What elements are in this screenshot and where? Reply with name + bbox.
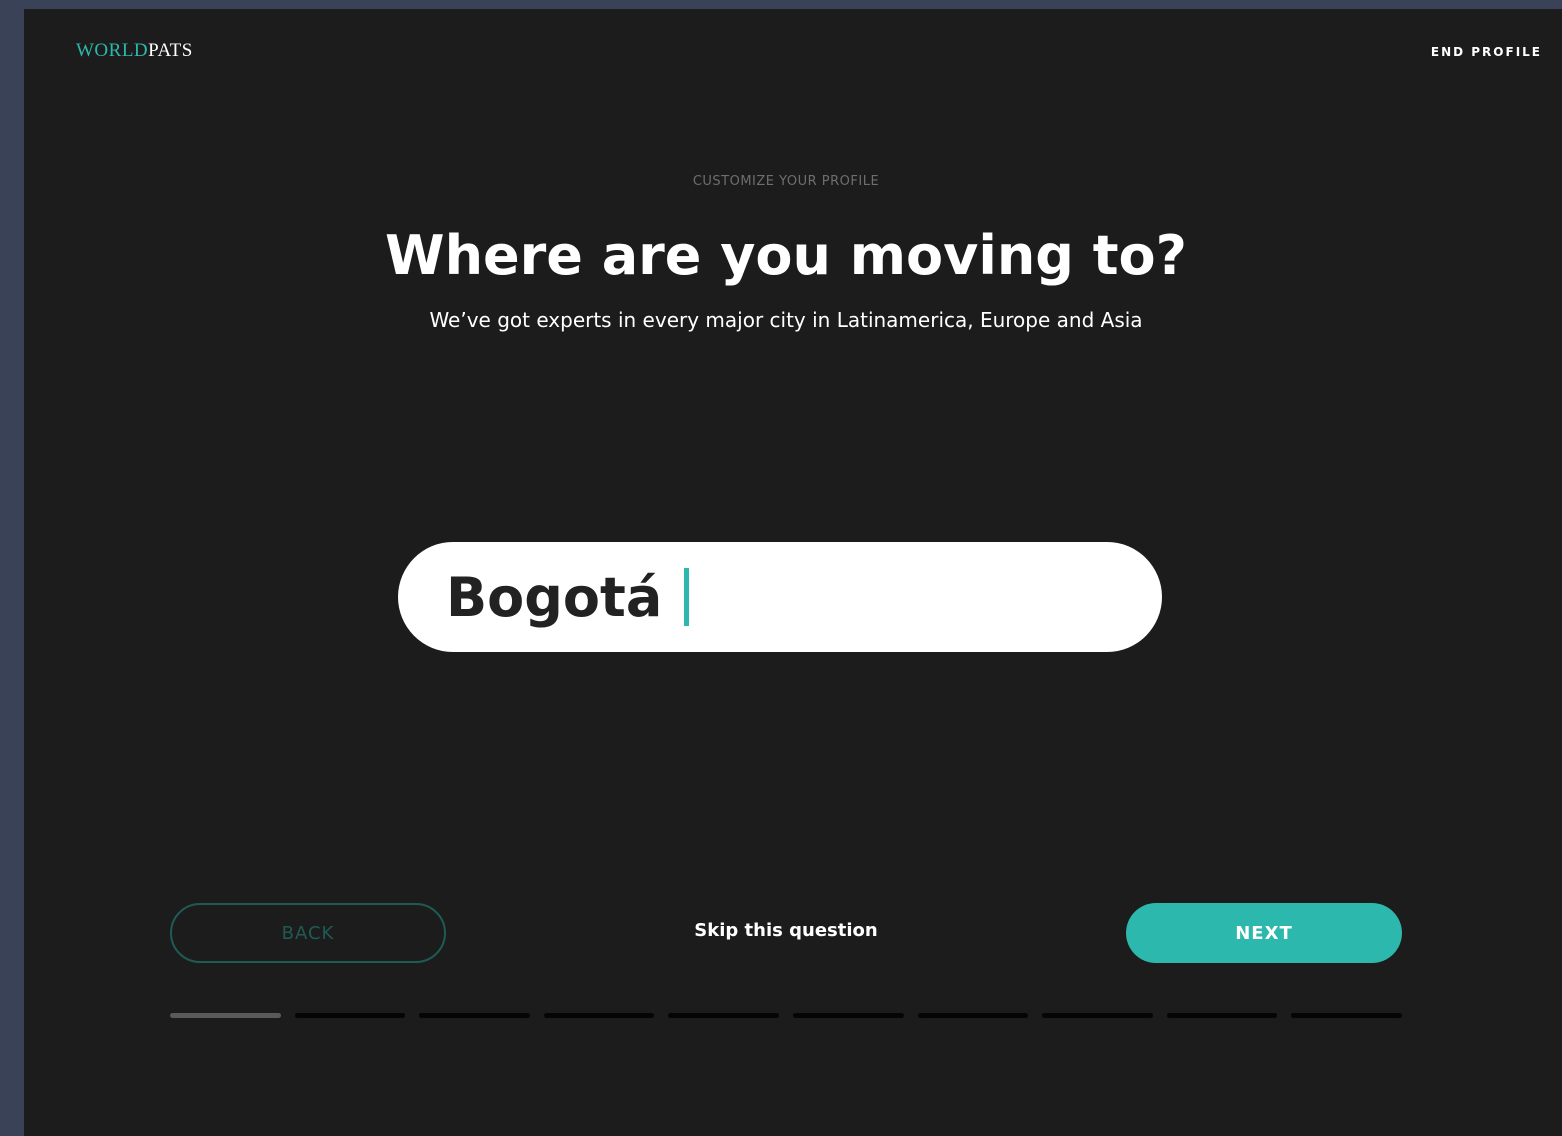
progress-segment [1042, 1013, 1153, 1018]
logo-part-world: WORLD [76, 40, 149, 61]
progress-segment [1166, 1013, 1278, 1018]
progress-segment [170, 1013, 281, 1018]
brand-logo[interactable]: WORLDPATS [76, 40, 193, 62]
progress-segment [917, 1013, 1029, 1018]
progress-segment [294, 1013, 406, 1018]
end-profile-link[interactable]: END PROFILE [1431, 45, 1542, 59]
progress-segment [419, 1013, 530, 1018]
page-title: Where are you moving to? [385, 224, 1187, 287]
destination-input[interactable]: Bogotá [398, 542, 1162, 652]
logo-part-pats: PATS [148, 40, 193, 61]
destination-input-value: Bogotá [446, 565, 663, 629]
step-eyebrow: CUSTOMIZE YOUR PROFILE [692, 174, 880, 189]
next-button[interactable]: NEXT [1126, 903, 1402, 963]
progress-segment [543, 1013, 655, 1018]
page-subtitle: We’ve got experts in every major city in… [429, 308, 1143, 332]
progress-bar [170, 1013, 1402, 1018]
progress-segment [668, 1013, 779, 1018]
progress-segment [1291, 1013, 1402, 1018]
text-caret [684, 568, 690, 626]
progress-segment [792, 1013, 904, 1018]
